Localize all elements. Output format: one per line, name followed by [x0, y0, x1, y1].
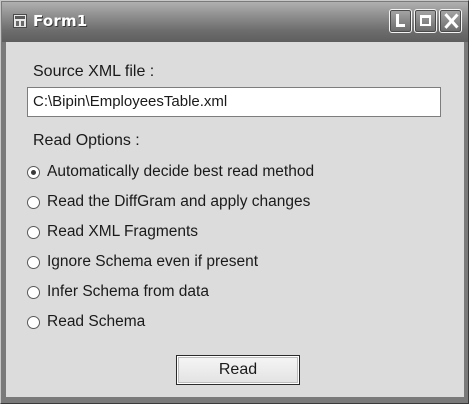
- radio-selected-icon[interactable]: [27, 165, 40, 179]
- radio-label: Read the DiffGram and apply changes: [47, 193, 311, 210]
- window-title: Form1: [33, 12, 88, 30]
- read-button[interactable]: Read: [176, 355, 300, 385]
- radio-read-fragments[interactable]: Read XML Fragments: [27, 221, 198, 243]
- close-icon: [443, 12, 459, 30]
- close-button[interactable]: [439, 9, 462, 33]
- radio-ignore-schema[interactable]: Ignore Schema even if present: [27, 251, 258, 273]
- radio-read-diffgram[interactable]: Read the DiffGram and apply changes: [27, 191, 310, 213]
- radio-label: Automatically decide best read method: [47, 163, 315, 180]
- radio-unselected-icon[interactable]: [27, 195, 40, 209]
- read-options-label: Read Options :: [33, 132, 140, 149]
- form-client-area: Source XML file : C:\Bipin\EmployeesTabl…: [6, 42, 464, 397]
- radio-infer-schema[interactable]: Infer Schema from data: [27, 281, 209, 303]
- radio-label: Read Schema: [47, 313, 146, 330]
- radio-label: Read XML Fragments: [47, 223, 199, 240]
- maximize-button[interactable]: [414, 9, 437, 33]
- minimize-button[interactable]: [389, 9, 412, 33]
- radio-unselected-icon[interactable]: [27, 255, 40, 269]
- radio-unselected-icon[interactable]: [27, 315, 40, 329]
- radio-label: Ignore Schema even if present: [47, 253, 259, 270]
- app-icon[interactable]: [13, 14, 27, 28]
- radio-unselected-icon[interactable]: [27, 285, 40, 299]
- title-bar[interactable]: Form1: [2, 2, 468, 42]
- maximize-icon: [420, 15, 431, 26]
- source-xml-label: Source XML file :: [33, 63, 155, 80]
- radio-unselected-icon[interactable]: [27, 225, 40, 239]
- radio-label: Infer Schema from data: [47, 283, 209, 300]
- radio-auto-decide[interactable]: Automatically decide best read method: [27, 161, 314, 183]
- source-xml-input[interactable]: C:\Bipin\EmployeesTable.xml: [27, 87, 441, 117]
- radio-read-schema[interactable]: Read Schema: [27, 311, 145, 333]
- minimize-icon-bar: [396, 14, 399, 27]
- form1-window: Form1 Source XML file : C:\Bipin\Employe…: [0, 0, 469, 404]
